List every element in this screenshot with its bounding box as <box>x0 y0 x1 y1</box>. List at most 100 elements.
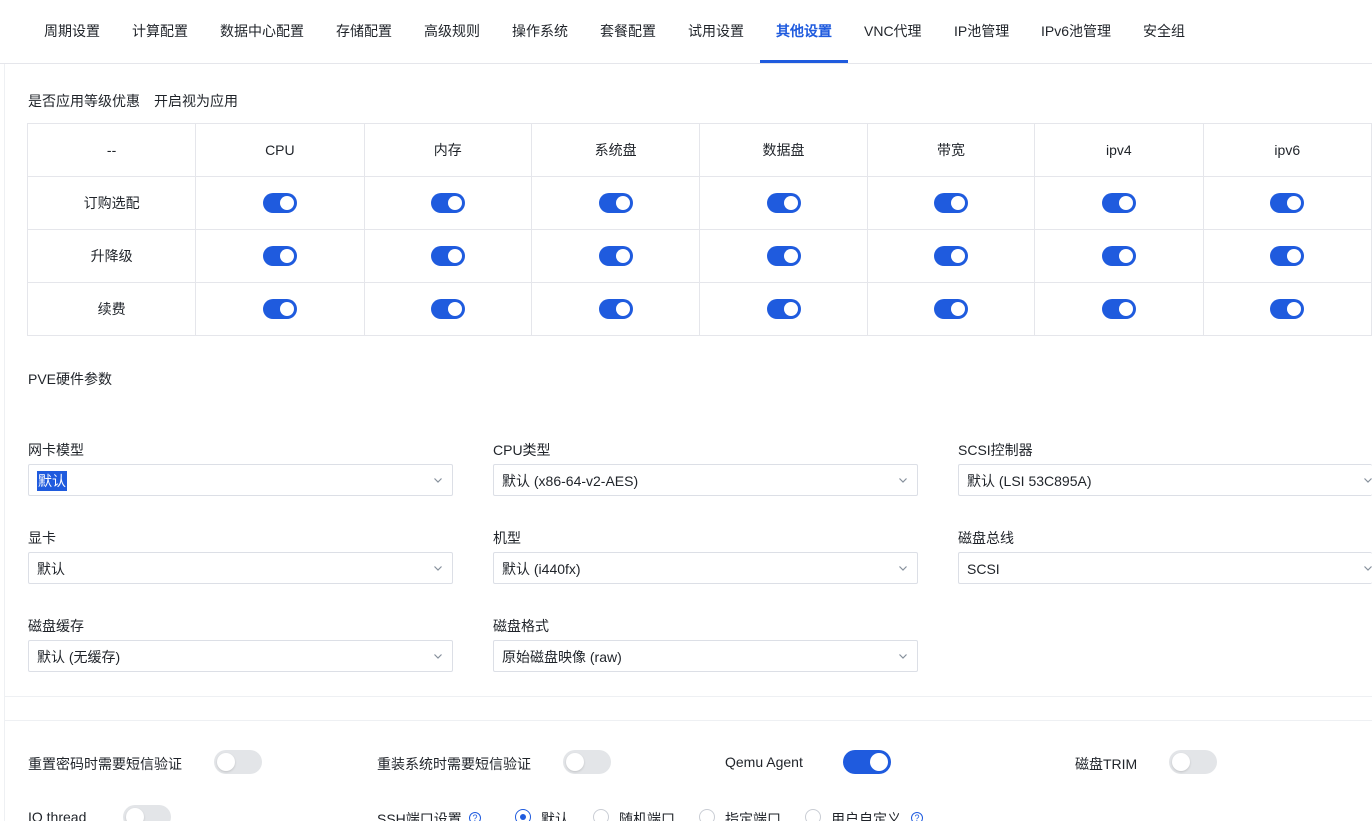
discount-toggle-switch[interactable] <box>430 299 465 319</box>
tab-period[interactable]: 周期设置 <box>44 0 100 63</box>
row-label: 订购选配 <box>26 176 197 230</box>
discount-toggle-switch[interactable] <box>933 193 968 213</box>
discount-toggle-switch[interactable] <box>262 193 297 213</box>
ssh-port-radio-specified[interactable] <box>699 809 715 821</box>
question-circle-icon[interactable]: ? <box>911 812 923 821</box>
tab-package[interactable]: 套餐配置 <box>600 0 656 63</box>
gpu-label: 显卡 <box>28 530 56 546</box>
disk-bus-label: 磁盘总线 <box>958 530 1014 546</box>
disk-trim-switch[interactable] <box>1169 750 1217 774</box>
tab-advanced-rules[interactable]: 高级规则 <box>424 0 480 63</box>
reinstall-sms-label: 重装系统时需要短信验证 <box>377 756 531 772</box>
machine-label: 机型 <box>493 530 521 546</box>
disk-cache-value: 默认 (无缓存) <box>37 649 121 665</box>
table-cell <box>530 229 701 283</box>
discount-toggle-switch[interactable] <box>1101 193 1136 213</box>
io-thread-label: IO thread <box>28 809 87 821</box>
chevron-down-icon <box>899 566 907 571</box>
discount-toggle-switch[interactable] <box>598 299 633 319</box>
content-border <box>4 64 5 821</box>
disk-cache-label: 磁盘缓存 <box>28 618 84 634</box>
pve-section-title: PVE硬件参数 <box>28 371 113 387</box>
discount-toggle-switch[interactable] <box>1101 246 1136 266</box>
discount-toggle-switch[interactable] <box>1101 299 1136 319</box>
tab-vnc-proxy[interactable]: VNC代理 <box>864 0 922 63</box>
tab-datacenter[interactable]: 数据中心配置 <box>220 0 304 63</box>
level-discount-hint: 开启视为应用 <box>154 93 238 109</box>
reinstall-sms-switch[interactable] <box>563 750 611 774</box>
qemu-agent-switch[interactable] <box>843 750 891 774</box>
tab-security-group[interactable]: 安全组 <box>1143 0 1185 63</box>
discount-toggle-switch[interactable] <box>598 193 633 213</box>
disk-bus-select[interactable]: SCSI <box>958 552 1372 584</box>
tab-other-settings[interactable]: 其他设置 <box>776 0 832 63</box>
discount-toggle-switch[interactable] <box>766 299 801 319</box>
tab-trial[interactable]: 试用设置 <box>688 0 744 63</box>
table-cell <box>699 176 868 230</box>
row-label: 升降级 <box>26 229 197 283</box>
tab-storage[interactable]: 存储配置 <box>336 0 392 63</box>
tab-ip-pool[interactable]: IP池管理 <box>954 0 1009 63</box>
discount-toggle-switch[interactable] <box>430 193 465 213</box>
chevron-down-icon <box>434 566 442 571</box>
chevron-down-icon <box>899 478 907 483</box>
column-header-bandwidth: 带宽 <box>866 123 1036 177</box>
discount-toggle-switch[interactable] <box>766 193 801 213</box>
nic-model-value: 默认 <box>37 471 67 491</box>
machine-value: 默认 (i440fx) <box>502 561 581 577</box>
ssh-port-radio-custom[interactable] <box>805 809 821 821</box>
chevron-down-icon <box>1364 478 1372 483</box>
disk-trim-label: 磁盘TRIM <box>1075 756 1138 772</box>
disk-format-select[interactable]: 原始磁盘映像 (raw) <box>493 640 918 672</box>
qemu-agent-label: Qemu Agent <box>725 754 803 770</box>
level-discount-table: -- CPU 内存 系统盘 数据盘 带宽 ipv4 ipv6 订购选配 升降级 续费 <box>26 123 1372 336</box>
scsi-controller-label: SCSI控制器 <box>958 442 1033 458</box>
nic-model-select[interactable]: 默认 <box>28 464 453 496</box>
cpu-type-select[interactable]: 默认 (x86-64-v2-AES) <box>493 464 918 496</box>
table-cell <box>195 229 365 283</box>
column-header-ipv4: ipv4 <box>1034 123 1204 177</box>
discount-toggle-switch[interactable] <box>1270 193 1305 213</box>
table-cell <box>1034 176 1204 230</box>
table-header-row: -- CPU 内存 系统盘 数据盘 带宽 ipv4 ipv6 <box>26 123 1372 177</box>
table-cell <box>195 176 365 230</box>
discount-toggle-switch[interactable] <box>933 246 968 266</box>
table-cell <box>1034 229 1204 283</box>
reset-password-sms-switch[interactable] <box>214 750 262 774</box>
ssh-port-radio-random[interactable] <box>593 809 609 821</box>
discount-toggle-switch[interactable] <box>262 299 297 319</box>
discount-toggle-switch[interactable] <box>1270 246 1305 266</box>
table-cell <box>866 229 1036 283</box>
discount-toggle-switch[interactable] <box>933 299 968 319</box>
scsi-controller-select[interactable]: 默认 (LSI 53C895A) <box>958 464 1372 496</box>
discount-toggle-switch[interactable] <box>598 246 633 266</box>
discount-toggle-switch[interactable] <box>1270 299 1305 319</box>
discount-toggle-switch[interactable] <box>766 246 801 266</box>
column-header-system-disk: 系统盘 <box>530 123 701 177</box>
gpu-value: 默认 <box>37 561 65 577</box>
ssh-port-option-specified: 指定端口 <box>725 811 781 821</box>
ssh-port-radio-default[interactable] <box>515 809 531 821</box>
discount-toggle-switch[interactable] <box>430 246 465 266</box>
tab-os[interactable]: 操作系统 <box>512 0 568 63</box>
io-thread-switch[interactable] <box>123 805 171 821</box>
machine-select[interactable]: 默认 (i440fx) <box>493 552 918 584</box>
disk-format-label: 磁盘格式 <box>493 618 549 634</box>
table-cell <box>1202 176 1372 230</box>
disk-cache-select[interactable]: 默认 (无缓存) <box>28 640 453 672</box>
disk-bus-value: SCSI <box>967 561 1000 577</box>
tab-compute[interactable]: 计算配置 <box>132 0 188 63</box>
table-cell <box>195 282 365 336</box>
question-circle-icon[interactable]: ? <box>469 812 481 821</box>
gpu-select[interactable]: 默认 <box>28 552 453 584</box>
table-cell <box>699 229 868 283</box>
table-cell <box>1202 282 1372 336</box>
table-cell <box>866 282 1036 336</box>
nic-model-label: 网卡模型 <box>28 442 84 458</box>
table-cell <box>699 282 868 336</box>
tab-ipv6-pool[interactable]: IPv6池管理 <box>1041 0 1111 63</box>
scsi-controller-value: 默认 (LSI 53C895A) <box>967 473 1092 489</box>
discount-toggle-switch[interactable] <box>262 246 297 266</box>
chevron-down-icon <box>1364 566 1372 571</box>
reset-password-sms-label: 重置密码时需要短信验证 <box>28 756 182 772</box>
